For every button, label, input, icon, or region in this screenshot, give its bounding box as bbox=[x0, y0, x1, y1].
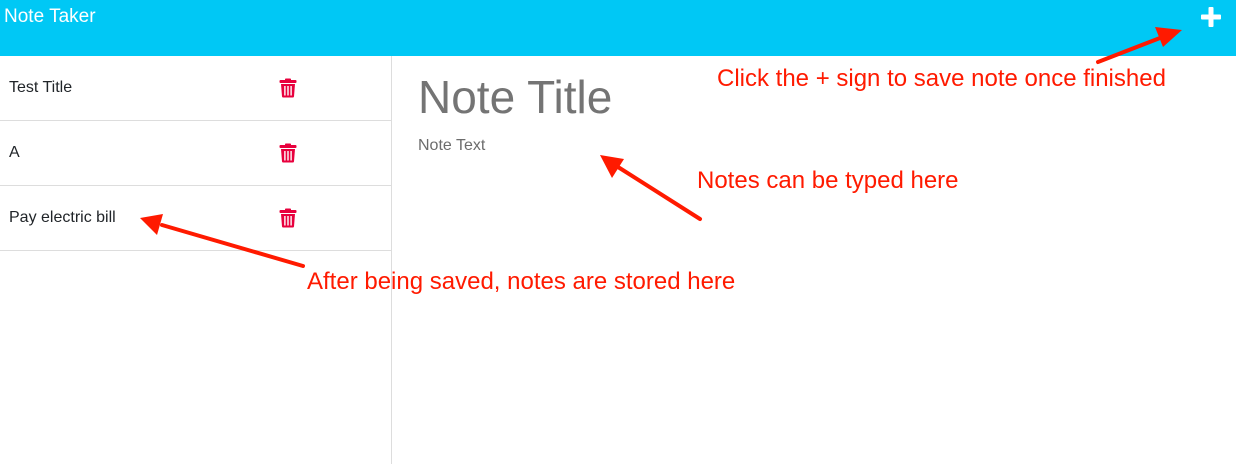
note-list-item-title[interactable]: Test Title bbox=[9, 78, 72, 98]
annotation-stored-hint: After being saved, notes are stored here bbox=[307, 268, 736, 295]
note-list-item[interactable]: Test Title bbox=[0, 56, 391, 121]
delete-note-button[interactable] bbox=[279, 208, 297, 228]
annotation-save-hint: Click the + sign to save note once finis… bbox=[717, 65, 1166, 92]
note-editor bbox=[392, 56, 1236, 464]
delete-note-button[interactable] bbox=[279, 78, 297, 98]
delete-note-button[interactable] bbox=[279, 143, 297, 163]
app-title[interactable]: Note Taker bbox=[4, 6, 96, 28]
trash-icon bbox=[279, 208, 297, 228]
plus-icon bbox=[1201, 7, 1221, 27]
note-taker-page: Note Taker Test Title A Pay electric bil… bbox=[0, 0, 1236, 464]
note-list-item-title[interactable]: Pay electric bill bbox=[9, 208, 116, 228]
annotation-type-hint: Notes can be typed here bbox=[697, 167, 959, 194]
note-list: Test Title A Pay electric bill bbox=[0, 56, 392, 464]
note-list-item[interactable]: Pay electric bill bbox=[0, 186, 391, 251]
navbar: Note Taker bbox=[0, 0, 1236, 56]
trash-icon bbox=[279, 143, 297, 163]
note-list-item-title[interactable]: A bbox=[9, 143, 20, 163]
trash-icon bbox=[279, 78, 297, 98]
save-note-button[interactable] bbox=[1196, 2, 1226, 32]
note-list-item[interactable]: A bbox=[0, 121, 391, 186]
